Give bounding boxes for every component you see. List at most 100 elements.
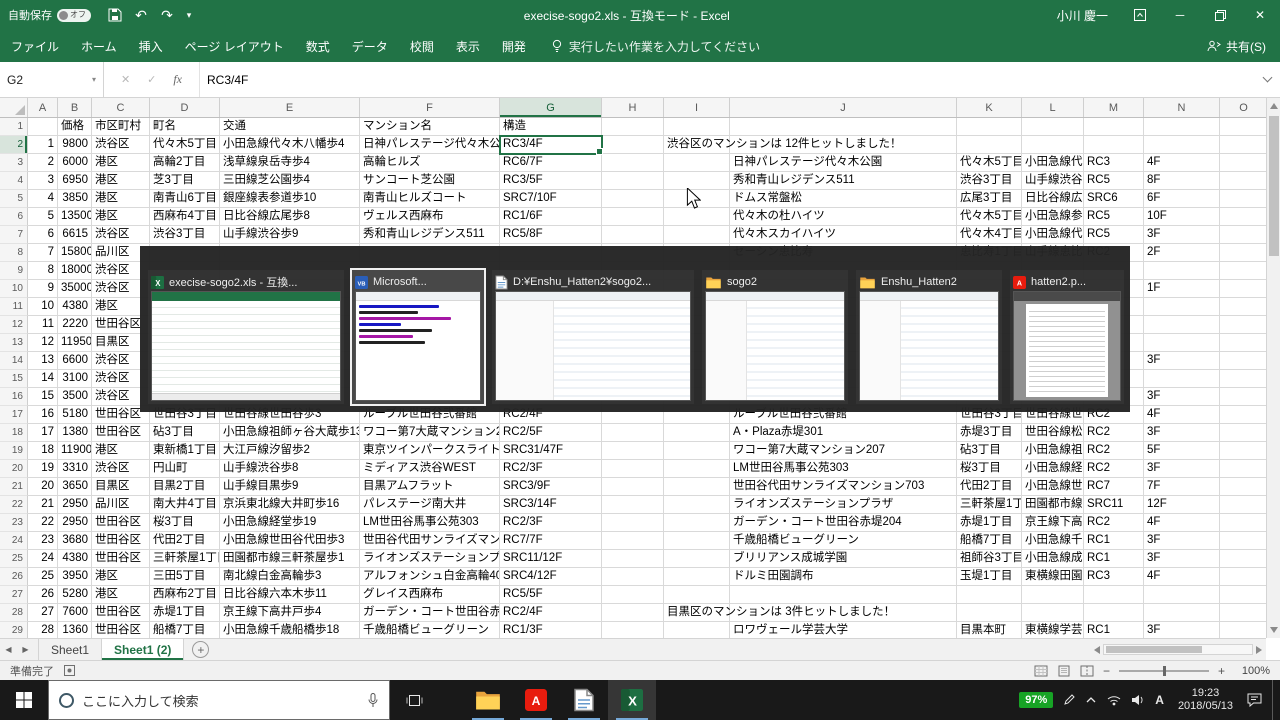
cell-O16[interactable]	[1220, 388, 1266, 406]
cell-A26[interactable]: 25	[28, 568, 58, 586]
cell-E5[interactable]: 銀座線表参道歩10	[220, 190, 360, 208]
cell-K29[interactable]: 目黒本町	[957, 622, 1022, 638]
cell-K26[interactable]: 玉堤1丁目	[957, 568, 1022, 586]
cell-A27[interactable]: 26	[28, 586, 58, 604]
cell-M20[interactable]: RC2	[1084, 460, 1144, 478]
cell-H5[interactable]	[602, 190, 664, 208]
ribbon-tab-1[interactable]: ホーム	[70, 30, 128, 62]
cell-E19[interactable]: 大江戸線汐留歩2	[220, 442, 360, 460]
cell-E27[interactable]: 日比谷線六本木歩11	[220, 586, 360, 604]
cell-J7[interactable]: 代々木スカイハイツ	[730, 226, 957, 244]
cell-C18[interactable]: 世田谷区	[92, 424, 150, 442]
cell-N15[interactable]	[1144, 370, 1220, 388]
cell-J18[interactable]: A・Plaza赤堤301	[730, 424, 957, 442]
cell-F6[interactable]: ヴェルス西麻布	[360, 208, 500, 226]
cell-M6[interactable]: RC5	[1084, 208, 1144, 226]
row-header-19[interactable]: 19	[0, 442, 28, 460]
cell-F7[interactable]: 秀和青山レジデンス511	[360, 226, 500, 244]
taskbar-app-explorer[interactable]	[464, 680, 512, 720]
minimize-button[interactable]: ─	[1160, 0, 1200, 30]
cell-B1[interactable]: 価格	[58, 118, 92, 136]
insert-function-icon[interactable]: fx	[173, 72, 182, 87]
cell-I21[interactable]	[664, 478, 730, 496]
cell-O3[interactable]	[1220, 154, 1266, 172]
cell-N22[interactable]: 12F	[1144, 496, 1220, 514]
cell-B6[interactable]: 13500	[58, 208, 92, 226]
cell-C29[interactable]: 世田谷区	[92, 622, 150, 638]
row-header-20[interactable]: 20	[0, 460, 28, 478]
cell-N24[interactable]: 3F	[1144, 532, 1220, 550]
macro-record-icon[interactable]	[64, 665, 75, 676]
cell-N21[interactable]: 7F	[1144, 478, 1220, 496]
cell-O13[interactable]	[1220, 334, 1266, 352]
cell-O9[interactable]	[1220, 262, 1266, 280]
row-header-9[interactable]: 9	[0, 262, 28, 280]
cell-E26[interactable]: 南北線白金高輪歩3	[220, 568, 360, 586]
cell-A1[interactable]	[28, 118, 58, 136]
cell-J23[interactable]: ガーデン・コート世田谷赤堤204	[730, 514, 957, 532]
cell-G4[interactable]: RC3/5F	[500, 172, 602, 190]
cell-D7[interactable]: 渋谷3丁目	[150, 226, 220, 244]
undo-button[interactable]: ↶	[129, 2, 153, 28]
cell-K25[interactable]: 祖師谷3丁目	[957, 550, 1022, 568]
cell-H21[interactable]	[602, 478, 664, 496]
cell-M26[interactable]: RC3	[1084, 568, 1144, 586]
cell-J21[interactable]: 世田谷代田サンライズマンション703	[730, 478, 957, 496]
column-header-J[interactable]: J	[730, 98, 957, 117]
cell-B8[interactable]: 15800	[58, 244, 92, 262]
cell-K2[interactable]	[957, 136, 1022, 154]
cell-D21[interactable]: 目黒2丁目	[150, 478, 220, 496]
cell-L5[interactable]: 日比谷線広尾歩8	[1022, 190, 1084, 208]
cell-C24[interactable]: 世田谷区	[92, 532, 150, 550]
cell-F1[interactable]: マンション名	[360, 118, 500, 136]
row-header-8[interactable]: 8	[0, 244, 28, 262]
cell-K18[interactable]: 赤堤3丁目	[957, 424, 1022, 442]
row-header-5[interactable]: 5	[0, 190, 28, 208]
cell-L28[interactable]	[1022, 604, 1084, 622]
cell-C22[interactable]: 品川区	[92, 496, 150, 514]
cell-J4[interactable]: 秀和青山レジデンス511	[730, 172, 957, 190]
user-name[interactable]: 小川 慶一	[1057, 7, 1108, 24]
cell-F25[interactable]: ライオンズステーションプラザ	[360, 550, 500, 568]
cell-D2[interactable]: 代々木5丁目	[150, 136, 220, 154]
cell-N27[interactable]	[1144, 586, 1220, 604]
autosave-toggle[interactable]: 自動保存 オフ	[0, 7, 99, 23]
cell-D25[interactable]: 三軒茶屋1丁目	[150, 550, 220, 568]
scroll-down-icon[interactable]	[1270, 627, 1278, 633]
taskbar-thumbnail-4[interactable]: Enshu_Hatten2	[856, 270, 1002, 404]
cell-O25[interactable]	[1220, 550, 1266, 568]
start-button[interactable]	[0, 680, 48, 720]
battery-indicator[interactable]: 97%	[1019, 692, 1053, 708]
cell-A28[interactable]: 27	[28, 604, 58, 622]
cell-I29[interactable]	[664, 622, 730, 638]
cell-O28[interactable]	[1220, 604, 1266, 622]
column-header-O[interactable]: O	[1220, 98, 1268, 117]
cell-F29[interactable]: 千歳船橋ビューグリーン	[360, 622, 500, 638]
scroll-left-icon[interactable]	[1094, 646, 1100, 654]
cell-N11[interactable]	[1144, 298, 1220, 316]
formula-input[interactable]: RC3/4F	[200, 62, 1254, 97]
sheet-nav-right-icon[interactable]: ▶	[17, 645, 34, 654]
cell-L7[interactable]: 小田急線代々木八幡歩6	[1022, 226, 1084, 244]
cell-A10[interactable]: 9	[28, 280, 58, 298]
cell-C6[interactable]: 港区	[92, 208, 150, 226]
cell-C2[interactable]: 渋谷区	[92, 136, 150, 154]
cell-M3[interactable]: RC3	[1084, 154, 1144, 172]
cell-E7[interactable]: 山手線渋谷歩9	[220, 226, 360, 244]
cell-B20[interactable]: 3310	[58, 460, 92, 478]
cell-M1[interactable]	[1084, 118, 1144, 136]
cell-N19[interactable]: 5F	[1144, 442, 1220, 460]
cell-H3[interactable]	[602, 154, 664, 172]
zoom-out-button[interactable]: −	[1103, 664, 1110, 678]
cell-C1[interactable]: 市区町村	[92, 118, 150, 136]
cell-D3[interactable]: 高輪2丁目	[150, 154, 220, 172]
cell-G6[interactable]: RC1/6F	[500, 208, 602, 226]
sheet-tab-1[interactable]: Sheet1 (2)	[102, 639, 184, 660]
cell-I24[interactable]	[664, 532, 730, 550]
row-header-1[interactable]: 1	[0, 118, 28, 136]
ribbon-tab-7[interactable]: 表示	[445, 30, 491, 62]
cell-E28[interactable]: 京王線下高井戸歩4	[220, 604, 360, 622]
cell-N25[interactable]: 3F	[1144, 550, 1220, 568]
cell-G20[interactable]: RC2/3F	[500, 460, 602, 478]
cell-B5[interactable]: 3850	[58, 190, 92, 208]
